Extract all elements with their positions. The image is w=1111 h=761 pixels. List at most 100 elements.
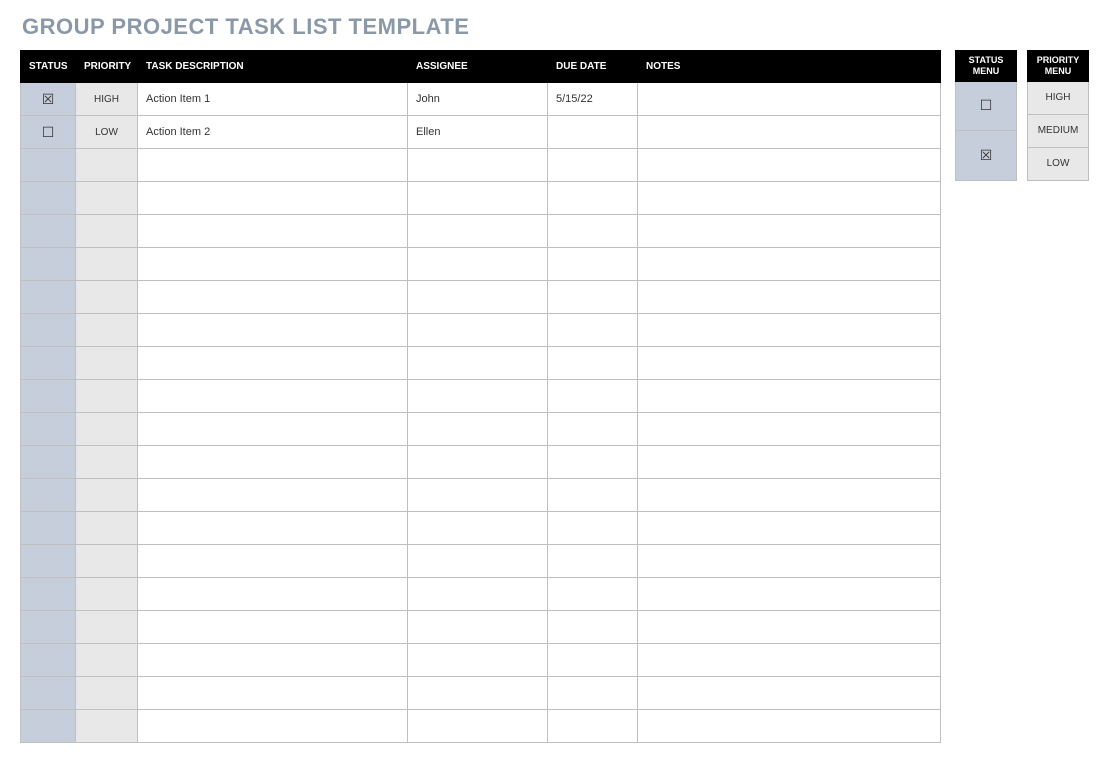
notes-cell[interactable] — [638, 446, 941, 479]
priority-cell[interactable]: HIGH — [76, 83, 138, 116]
notes-cell[interactable] — [638, 644, 941, 677]
due-cell[interactable] — [548, 281, 638, 314]
priority-menu-item[interactable]: HIGH — [1028, 81, 1089, 114]
priority-cell[interactable] — [76, 380, 138, 413]
assignee-cell[interactable] — [408, 413, 548, 446]
notes-cell[interactable] — [638, 83, 941, 116]
status-cell[interactable] — [21, 413, 76, 446]
assignee-cell[interactable] — [408, 446, 548, 479]
due-cell[interactable] — [548, 446, 638, 479]
priority-cell[interactable] — [76, 182, 138, 215]
notes-cell[interactable] — [638, 545, 941, 578]
notes-cell[interactable] — [638, 149, 941, 182]
priority-cell[interactable] — [76, 710, 138, 743]
status-cell[interactable] — [21, 710, 76, 743]
priority-cell[interactable] — [76, 281, 138, 314]
notes-cell[interactable] — [638, 677, 941, 710]
due-cell[interactable] — [548, 644, 638, 677]
task-cell[interactable] — [138, 578, 408, 611]
notes-cell[interactable] — [638, 281, 941, 314]
assignee-cell[interactable] — [408, 644, 548, 677]
due-cell[interactable] — [548, 578, 638, 611]
due-cell[interactable] — [548, 512, 638, 545]
due-cell[interactable] — [548, 149, 638, 182]
priority-cell[interactable] — [76, 512, 138, 545]
assignee-cell[interactable] — [408, 710, 548, 743]
priority-cell[interactable] — [76, 479, 138, 512]
assignee-cell[interactable] — [408, 215, 548, 248]
status-cell[interactable] — [21, 446, 76, 479]
due-cell[interactable] — [548, 248, 638, 281]
task-cell[interactable] — [138, 644, 408, 677]
priority-cell[interactable] — [76, 611, 138, 644]
task-cell[interactable] — [138, 314, 408, 347]
assignee-cell[interactable] — [408, 347, 548, 380]
status-cell[interactable] — [21, 347, 76, 380]
task-cell[interactable] — [138, 347, 408, 380]
assignee-cell[interactable] — [408, 578, 548, 611]
notes-cell[interactable] — [638, 116, 941, 149]
due-cell[interactable] — [548, 314, 638, 347]
status-cell[interactable] — [21, 248, 76, 281]
priority-cell[interactable] — [76, 578, 138, 611]
status-menu-item[interactable]: ☐ — [956, 81, 1017, 131]
notes-cell[interactable] — [638, 611, 941, 644]
status-cell[interactable] — [21, 380, 76, 413]
priority-cell[interactable] — [76, 446, 138, 479]
assignee-cell[interactable] — [408, 677, 548, 710]
notes-cell[interactable] — [638, 314, 941, 347]
task-cell[interactable] — [138, 215, 408, 248]
task-cell[interactable] — [138, 281, 408, 314]
priority-cell[interactable] — [76, 347, 138, 380]
due-cell[interactable] — [548, 545, 638, 578]
status-cell[interactable] — [21, 578, 76, 611]
priority-cell[interactable] — [76, 413, 138, 446]
priority-cell[interactable] — [76, 248, 138, 281]
priority-menu-item[interactable]: MEDIUM — [1028, 114, 1089, 147]
notes-cell[interactable] — [638, 347, 941, 380]
status-cell[interactable] — [21, 182, 76, 215]
task-cell[interactable] — [138, 710, 408, 743]
notes-cell[interactable] — [638, 248, 941, 281]
notes-cell[interactable] — [638, 710, 941, 743]
priority-cell[interactable] — [76, 545, 138, 578]
status-menu-item[interactable]: ☒ — [956, 131, 1017, 181]
task-cell[interactable] — [138, 380, 408, 413]
assignee-cell[interactable]: Ellen — [408, 116, 548, 149]
assignee-cell[interactable] — [408, 281, 548, 314]
assignee-cell[interactable] — [408, 314, 548, 347]
status-cell[interactable] — [21, 281, 76, 314]
task-cell[interactable] — [138, 479, 408, 512]
due-cell[interactable] — [548, 413, 638, 446]
due-cell[interactable] — [548, 116, 638, 149]
status-cell[interactable] — [21, 314, 76, 347]
status-cell[interactable] — [21, 479, 76, 512]
assignee-cell[interactable] — [408, 611, 548, 644]
priority-cell[interactable] — [76, 644, 138, 677]
assignee-cell[interactable] — [408, 380, 548, 413]
task-cell[interactable] — [138, 149, 408, 182]
status-cell[interactable] — [21, 512, 76, 545]
notes-cell[interactable] — [638, 578, 941, 611]
task-cell[interactable] — [138, 512, 408, 545]
due-cell[interactable] — [548, 710, 638, 743]
status-cell[interactable] — [21, 644, 76, 677]
status-cell[interactable] — [21, 149, 76, 182]
due-cell[interactable]: 5/15/22 — [548, 83, 638, 116]
priority-cell[interactable] — [76, 314, 138, 347]
priority-cell[interactable] — [76, 215, 138, 248]
task-cell[interactable]: Action Item 2 — [138, 116, 408, 149]
priority-cell[interactable]: LOW — [76, 116, 138, 149]
due-cell[interactable] — [548, 611, 638, 644]
notes-cell[interactable] — [638, 215, 941, 248]
task-cell[interactable] — [138, 182, 408, 215]
priority-cell[interactable] — [76, 677, 138, 710]
due-cell[interactable] — [548, 479, 638, 512]
notes-cell[interactable] — [638, 512, 941, 545]
status-cell[interactable]: ☒ — [21, 83, 76, 116]
status-cell[interactable]: ☐ — [21, 116, 76, 149]
due-cell[interactable] — [548, 677, 638, 710]
task-cell[interactable] — [138, 248, 408, 281]
due-cell[interactable] — [548, 380, 638, 413]
due-cell[interactable] — [548, 215, 638, 248]
